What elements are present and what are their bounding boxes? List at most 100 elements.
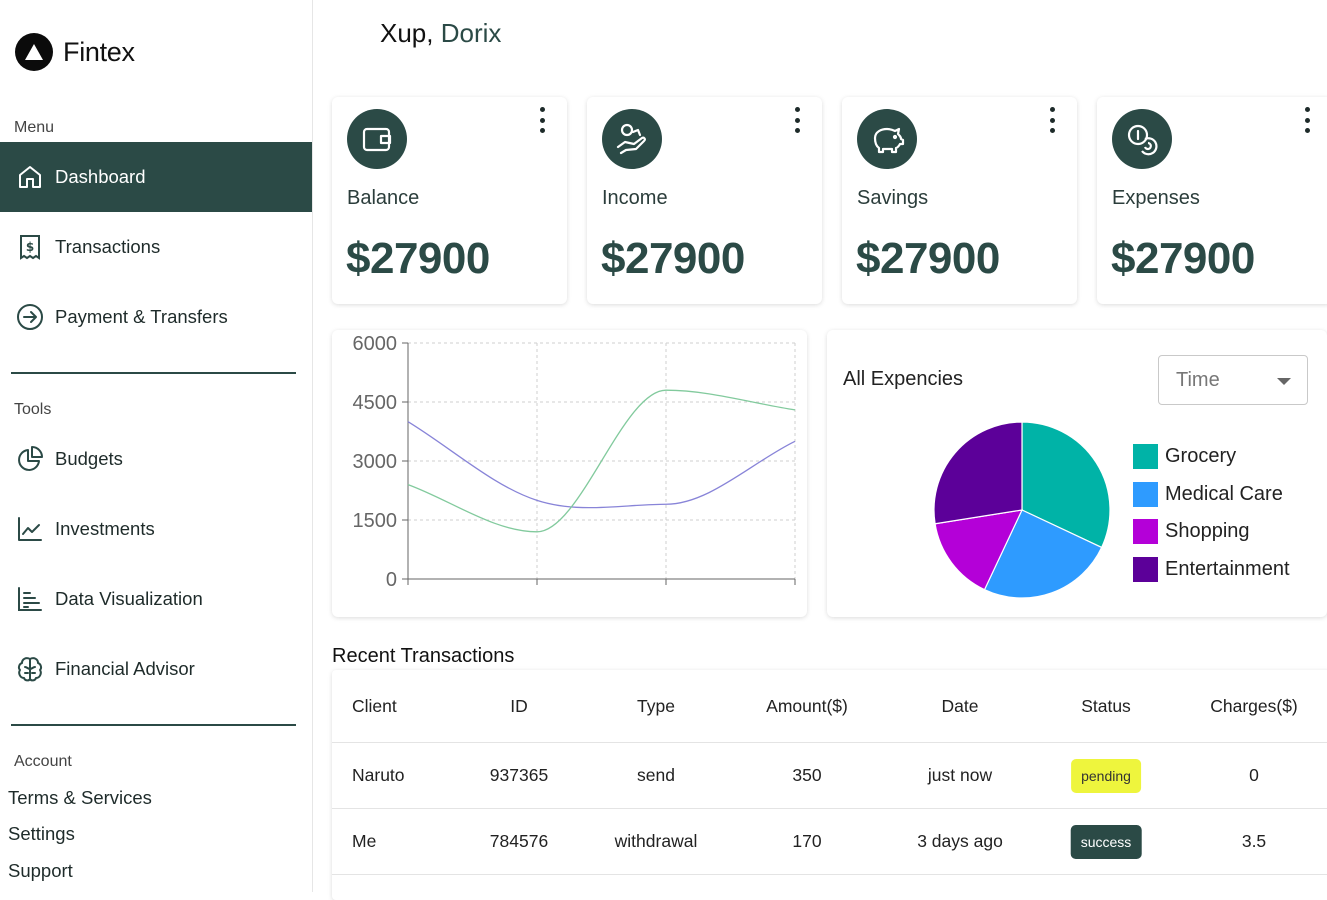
sidebar-item-transactions[interactable]: $ Transactions <box>0 212 312 282</box>
sidebar-divider <box>11 372 296 374</box>
pie-chart-title: All Expencies <box>843 368 964 390</box>
card-label: Income <box>602 187 668 209</box>
sidebar-item-financial-advisor[interactable]: Financial Advisor <box>0 634 312 704</box>
more-options-icon[interactable] <box>786 107 808 133</box>
column-header-id: ID <box>510 695 528 716</box>
tools-section-label: Tools <box>14 401 52 418</box>
card-value: $27900 <box>1111 234 1255 283</box>
table-row[interactable]: Me 784576 withdrawal 170 3 days ago succ… <box>332 809 1327 875</box>
settings-link[interactable]: Settings <box>8 823 75 845</box>
time-filter-value: Time <box>1176 369 1220 391</box>
sidebar: Fintex Menu Dashboard $ Transactions Pay… <box>0 0 313 892</box>
expenses-pie-panel: All Expencies Time Grocery Medical Care Sh… <box>827 330 1327 617</box>
legend-item: Shopping <box>1133 513 1290 551</box>
card-label: Expenses <box>1112 187 1200 209</box>
y-tick-label: 1500 <box>353 510 398 532</box>
brain-icon <box>16 655 44 683</box>
sidebar-item-investments[interactable]: Investments <box>0 494 312 564</box>
sidebar-divider <box>11 724 296 726</box>
menu-section-label: Menu <box>14 119 55 136</box>
card-value: $27900 <box>856 234 1000 283</box>
column-header-date: Date <box>941 695 979 716</box>
date-cell: just now <box>927 765 993 785</box>
logo[interactable]: Fintex <box>15 33 135 71</box>
column-header-status: Status <box>1081 695 1131 716</box>
status-badge: success <box>1070 824 1142 859</box>
trend-icon <box>16 515 44 543</box>
brand-name: Fintex <box>63 36 135 67</box>
terms-services-link[interactable]: Terms & Services <box>8 787 152 809</box>
balance-card: Balance $27900 <box>332 97 567 304</box>
y-tick-label: 0 <box>386 569 397 591</box>
amount-cell: 170 <box>792 831 822 851</box>
arrow-circle-icon <box>16 303 44 331</box>
column-header-type: Type <box>637 695 675 716</box>
series-line-0 <box>407 421 796 509</box>
legend-label: Medical Care <box>1165 482 1283 505</box>
user-name: Dorix <box>440 18 502 48</box>
income-card: Income $27900 <box>587 97 822 304</box>
greeting-prefix: Xup, <box>380 18 441 48</box>
more-options-icon[interactable] <box>531 107 553 133</box>
wallet-icon <box>347 109 407 169</box>
legend-item: Medical Care <box>1133 476 1290 514</box>
recent-transactions-title: Recent Transactions <box>332 645 515 667</box>
line-chart-panel: 0 1500 3000 4500 6000 <box>332 330 807 617</box>
bar-chart-icon <box>16 585 44 613</box>
charges-cell: 3.5 <box>1241 831 1267 851</box>
sidebar-item-data-visualization[interactable]: Data Visualization <box>0 564 312 634</box>
sidebar-item-label: Dashboard <box>55 166 146 187</box>
coins-icon <box>1112 109 1172 169</box>
line-chart: 0 1500 3000 4500 6000 <box>353 333 796 591</box>
card-label: Savings <box>857 187 929 209</box>
type-cell: withdrawal <box>614 831 698 851</box>
y-tick-label: 3000 <box>353 451 398 473</box>
id-cell: 784576 <box>489 831 549 851</box>
piggy-bank-icon <box>857 109 917 169</box>
legend-swatch <box>1133 556 1158 582</box>
sidebar-item-label: Data Visualization <box>55 588 203 609</box>
legend-label: Shopping <box>1165 520 1250 543</box>
card-value: $27900 <box>346 234 490 283</box>
client-cell: Me <box>352 831 377 851</box>
account-section-label: Account <box>14 753 72 770</box>
legend-item: Entertainment <box>1133 551 1290 589</box>
savings-card: Savings $27900 <box>842 97 1077 304</box>
card-label: Balance <box>347 187 420 209</box>
sidebar-item-label: Payment & Transfers <box>55 306 228 327</box>
more-options-icon[interactable] <box>1296 107 1318 133</box>
charges-cell: 0 <box>1249 765 1259 785</box>
sidebar-item-label: Budgets <box>55 448 123 469</box>
home-icon <box>16 163 44 191</box>
sidebar-item-label: Financial Advisor <box>55 658 195 679</box>
svg-text:$: $ <box>26 240 34 254</box>
column-header-amount: Amount($) <box>766 695 848 716</box>
sidebar-item-budgets[interactable]: Budgets <box>0 424 312 494</box>
legend-swatch <box>1133 481 1158 507</box>
more-options-icon[interactable] <box>1041 107 1063 133</box>
legend-swatch <box>1133 519 1158 545</box>
expenses-card: Expenses $27900 <box>1097 97 1327 304</box>
transactions-table: Client ID Type Amount($) Date Status Cha… <box>332 670 1327 900</box>
support-link[interactable]: Support <box>8 860 73 882</box>
card-value: $27900 <box>601 234 745 283</box>
sidebar-item-label: Transactions <box>55 236 161 257</box>
status-cell: pending <box>1071 743 1141 808</box>
sidebar-item-dashboard[interactable]: Dashboard <box>0 142 312 212</box>
chevron-down-icon <box>1277 378 1291 385</box>
legend-item: Grocery <box>1133 438 1290 476</box>
legend-label: Grocery <box>1165 445 1237 468</box>
greeting: Xup, Dorix <box>380 18 501 49</box>
pie-slice-entertainment[interactable] <box>933 421 1023 525</box>
y-tick-label: 4500 <box>353 392 398 414</box>
table-row[interactable]: Naruto 937365 send 350 just now pending … <box>332 743 1327 809</box>
pie-legend: Grocery Medical Care Shopping Entertainment <box>1133 438 1290 588</box>
legend-label: Entertainment <box>1165 557 1290 580</box>
pie-icon <box>16 445 44 473</box>
logo-triangle-icon <box>15 33 53 71</box>
sidebar-item-label: Investments <box>55 518 155 539</box>
y-tick-label: 6000 <box>353 333 398 355</box>
sidebar-item-payment-transfers[interactable]: Payment & Transfers <box>0 282 312 352</box>
receipt-icon: $ <box>16 233 44 261</box>
time-filter-select[interactable]: Time <box>1158 355 1308 405</box>
